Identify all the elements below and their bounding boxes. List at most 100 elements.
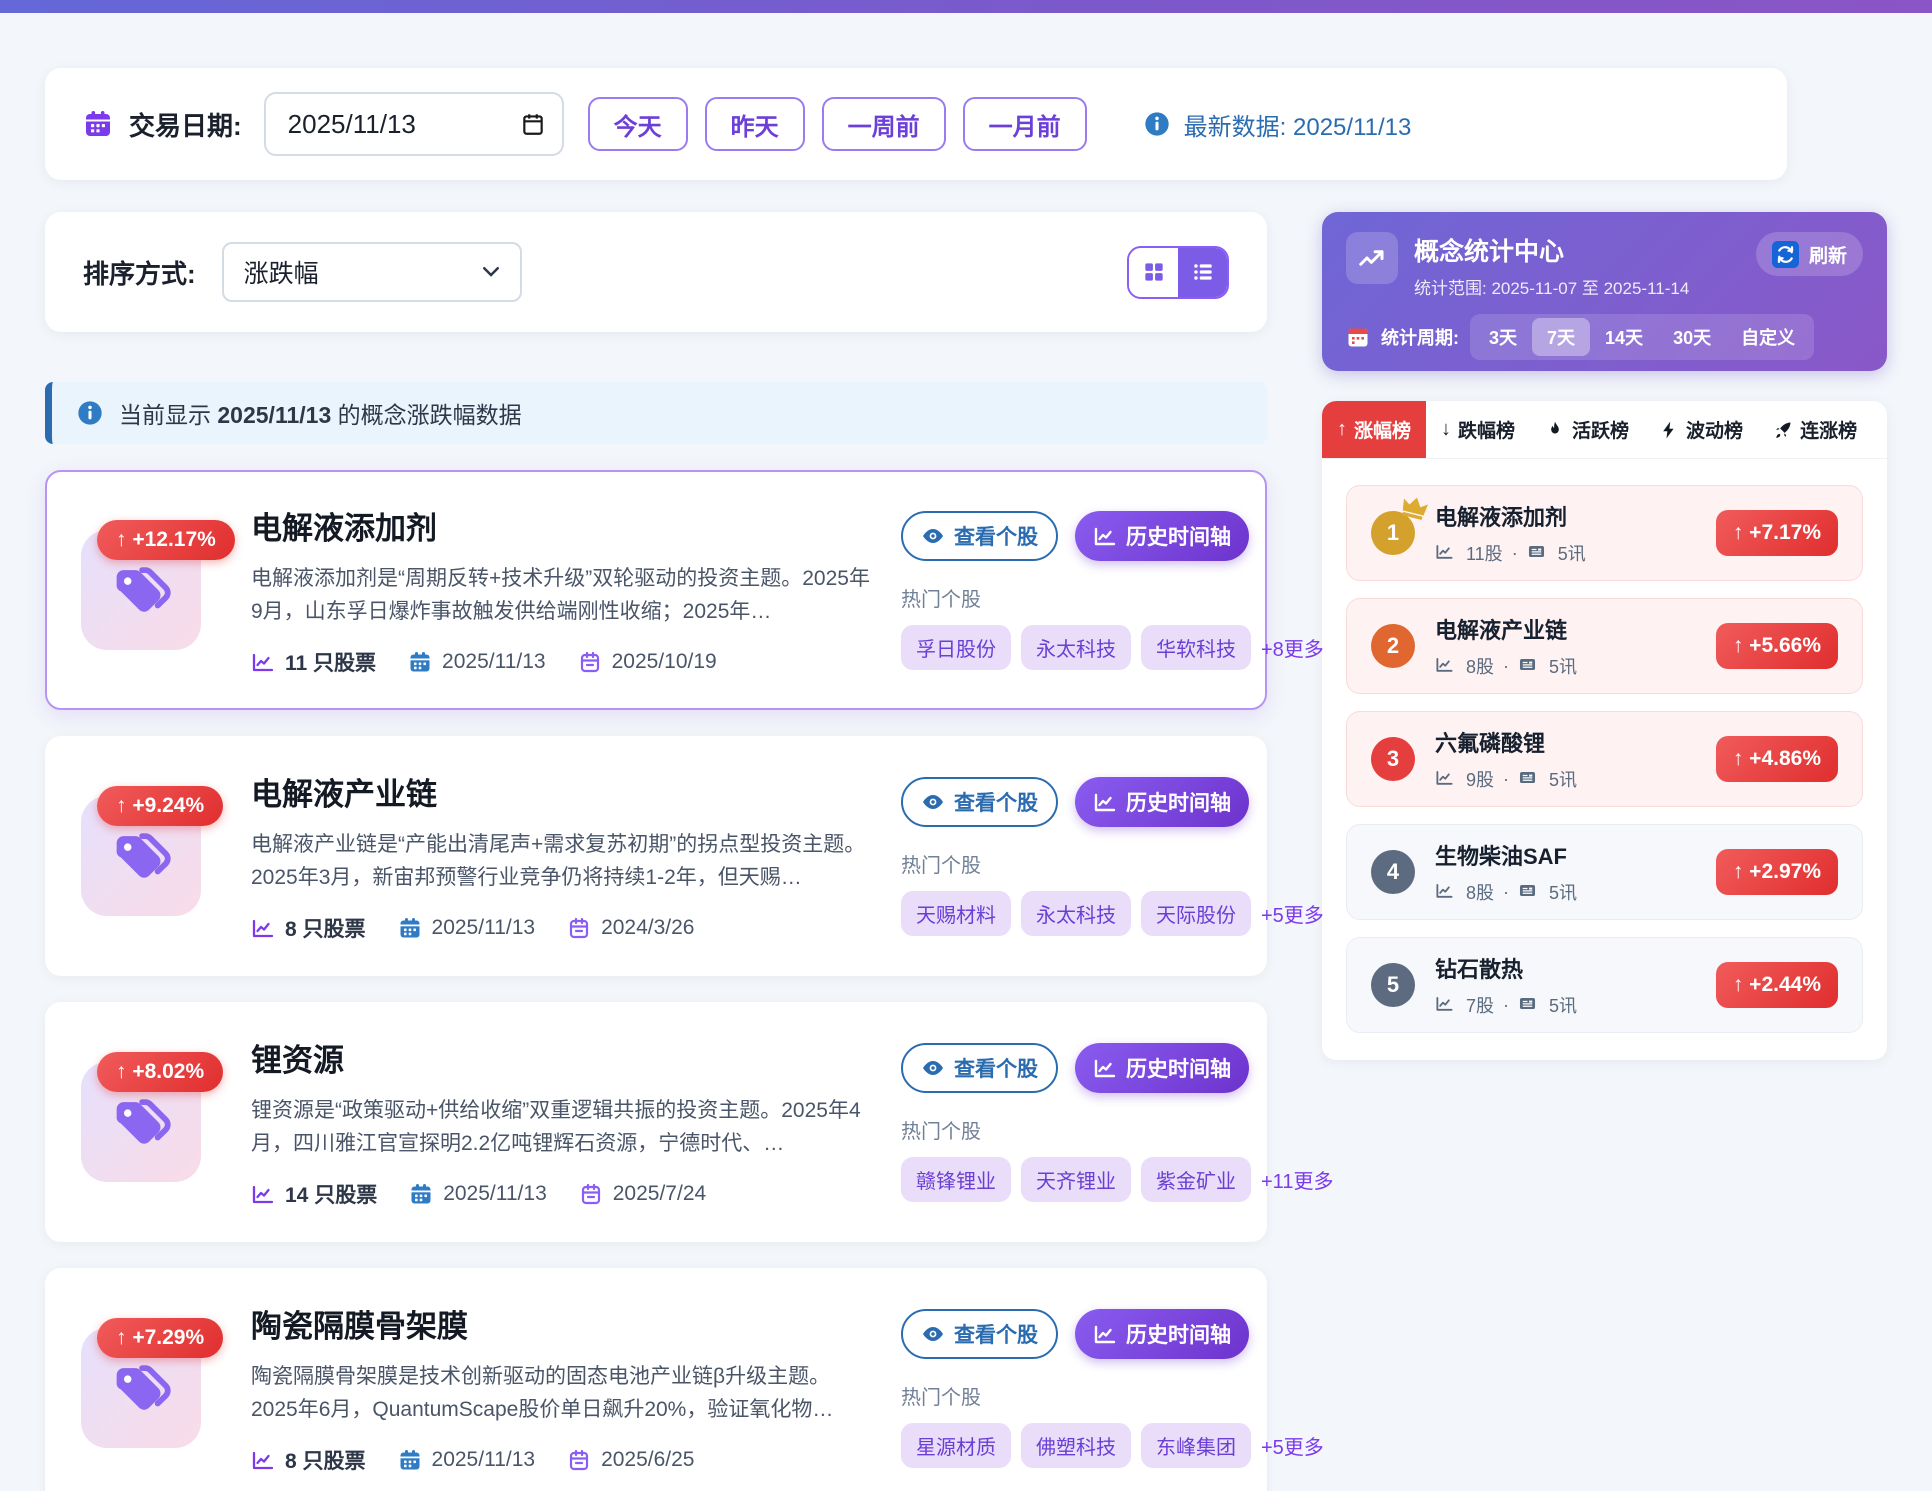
banner-text: 当前显示 2025/11/13 的概念涨跌幅数据	[119, 396, 522, 430]
period-segmented-control: 3天 7天 14天 30天 自定义	[1470, 314, 1814, 360]
start-date: 2025/6/25	[601, 1448, 694, 1472]
concept-card: ↑ +9.24% 电解液产业链 电解液产业链是“产能出清尾声+需求复苏初期”的拐…	[45, 736, 1267, 976]
rank-title: 六氟磷酸锂	[1435, 726, 1716, 758]
ranking-tab[interactable]: 连涨榜	[1758, 401, 1872, 458]
concept-title: 陶瓷隔膜骨架膜	[251, 1301, 875, 1346]
banner-date: 2025/11/13	[217, 402, 331, 428]
period-option[interactable]: 自定义	[1726, 318, 1810, 356]
quick-date-button[interactable]: 一周前	[822, 97, 946, 151]
trade-date-input[interactable]	[264, 92, 564, 156]
clipboard-calendar-icon	[567, 916, 591, 940]
history-timeline-button[interactable]: 历史时间轴	[1075, 511, 1249, 561]
ranking-tab[interactable]: 波动榜	[1644, 401, 1758, 458]
more-tags-link[interactable]: +11更多	[1261, 1165, 1333, 1194]
quick-date-button[interactable]: 昨天	[705, 97, 805, 151]
calendar-icon	[398, 1448, 422, 1472]
more-tags-link[interactable]: +5更多	[1261, 1431, 1324, 1460]
rank-title: 电解液添加剂	[1435, 500, 1716, 532]
latest-data-info: 最新数据: 2025/11/13	[1143, 107, 1412, 142]
tab-label: 波动榜	[1686, 416, 1743, 443]
stock-tag[interactable]: 紫金矿业	[1141, 1157, 1251, 1202]
view-stocks-button[interactable]: 查看个股	[901, 1309, 1058, 1359]
more-tags-link[interactable]: +5更多	[1261, 899, 1324, 928]
ranking-tab[interactable]: 活跃榜	[1530, 401, 1644, 458]
datepicker-icon[interactable]	[520, 111, 546, 137]
ranking-item[interactable]: 2 电解液产业链 8股 · 5讯	[1346, 598, 1863, 694]
stock-tag[interactable]: 佛塑科技	[1021, 1423, 1131, 1468]
ranking-item[interactable]: 3 六氟磷酸锂 9股 · 5讯	[1346, 711, 1863, 807]
rank-news-count: 5讯	[1558, 540, 1586, 566]
rank-change-pill: ↑ +7.17%	[1716, 510, 1838, 556]
history-timeline-button[interactable]: 历史时间轴	[1075, 1309, 1249, 1359]
ranking-card: ↑ 涨幅榜 ↓ 跌幅榜	[1322, 401, 1887, 1060]
date-toolbar: 交易日期: 今天 昨天 一周前 一月前 最新数据: 2025/11/13	[45, 68, 1787, 180]
concept-meta: 14 只股票 2025/11/13 2025/7/24	[251, 1179, 875, 1209]
grid-view-button[interactable]	[1129, 248, 1178, 297]
stock-tag[interactable]: 东峰集团	[1141, 1423, 1251, 1468]
rank-change-pill: ↑ +2.97%	[1716, 849, 1838, 895]
ranking-tab[interactable]: ↓ 跌幅榜	[1426, 401, 1530, 458]
period-option[interactable]: 3天	[1474, 318, 1532, 356]
history-timeline-button[interactable]: 历史时间轴	[1075, 1043, 1249, 1093]
quick-date-button[interactable]: 一月前	[963, 97, 1087, 151]
concept-meta: 8 只股票 2025/11/13 2024/3/26	[251, 913, 875, 943]
calendar-icon	[398, 916, 422, 940]
stock-tag[interactable]: 华软科技	[1141, 625, 1251, 670]
hot-stock-tags: 天赐材料 永太科技 天际股份 +5更多	[901, 891, 1231, 936]
eye-icon	[921, 1322, 945, 1346]
stock-tag[interactable]: 星源材质	[901, 1423, 1011, 1468]
concept-actions: 查看个股 历史时间轴 热门个股 赣锋锂业 天齐锂业	[901, 1043, 1231, 1202]
tab-label: 涨幅榜	[1354, 416, 1411, 443]
list-view-button[interactable]	[1178, 248, 1227, 297]
stock-tag[interactable]: 孚日股份	[901, 625, 1011, 670]
stock-tag[interactable]: 天赐材料	[901, 891, 1011, 936]
stock-tag[interactable]: 天际股份	[1141, 891, 1251, 936]
view-stocks-button[interactable]: 查看个股	[901, 777, 1058, 827]
view-stocks-button[interactable]: 查看个股	[901, 1043, 1058, 1093]
stock-count: 14 只股票	[285, 1179, 377, 1209]
concept-icon-block: ↑ +8.02%	[81, 1062, 201, 1182]
clipboard-calendar-icon	[567, 1448, 591, 1472]
crown-icon	[1398, 491, 1431, 524]
bolt-icon	[1659, 420, 1679, 440]
concept-description: 陶瓷隔膜骨架膜是技术创新驱动的固态电池产业链β升级主题。2025年6月，Quan…	[251, 1361, 875, 1426]
rank-news-count: 5讯	[1549, 653, 1577, 679]
tab-label: 活跃榜	[1572, 416, 1629, 443]
chart-line-icon	[1093, 790, 1117, 814]
clipboard-calendar-icon	[578, 650, 602, 674]
ranking-item[interactable]: 5 钻石散热 7股 · 5讯	[1346, 937, 1863, 1033]
ranking-list: 1 电解液添加剂 11股 · 5讯	[1322, 459, 1887, 1060]
concept-card: ↑ +7.29% 陶瓷隔膜骨架膜 陶瓷隔膜骨架膜是技术创新驱动的固态电池产业链β…	[45, 1268, 1267, 1491]
sort-select[interactable]: 涨跌幅	[222, 242, 522, 302]
view-stocks-button[interactable]: 查看个股	[901, 511, 1058, 561]
concept-description: 锂资源是“政策驱动+供给收缩”双重逻辑共振的投资主题。2025年4月，四川雅江官…	[251, 1095, 875, 1160]
chart-icon	[251, 1182, 275, 1206]
update-date: 2025/11/13	[443, 1182, 547, 1206]
hot-stock-tags: 赣锋锂业 天齐锂业 紫金矿业 +11更多	[901, 1157, 1231, 1202]
eye-icon	[921, 524, 945, 548]
hot-stocks-label: 热门个股	[901, 583, 1231, 612]
flame-icon	[1545, 420, 1565, 440]
chart-icon	[251, 916, 275, 940]
more-tags-link[interactable]: +8更多	[1261, 633, 1324, 662]
ranking-item[interactable]: 4 生物柴油SAF 8股 · 5讯	[1346, 824, 1863, 920]
ranking-item[interactable]: 1 电解液添加剂 11股 · 5讯	[1346, 485, 1863, 581]
chart-icon	[1435, 655, 1457, 677]
stock-tag[interactable]: 赣锋锂业	[901, 1157, 1011, 1202]
sort-toolbar: 排序方式: 涨跌幅	[45, 212, 1267, 332]
stock-count: 11 只股票	[285, 647, 376, 677]
ranking-tab[interactable]: ↑ 涨幅榜	[1322, 401, 1426, 458]
rank-news-count: 5讯	[1549, 992, 1577, 1018]
stock-tag[interactable]: 永太科技	[1021, 891, 1131, 936]
concept-icon-block: ↑ +9.24%	[81, 796, 201, 916]
quick-date-button[interactable]: 今天	[588, 97, 688, 151]
period-option[interactable]: 30天	[1658, 318, 1726, 356]
stock-tag[interactable]: 永太科技	[1021, 625, 1131, 670]
calendar-icon	[408, 650, 432, 674]
refresh-button[interactable]: 刷新	[1756, 232, 1863, 276]
period-option[interactable]: 14天	[1590, 318, 1658, 356]
period-option[interactable]: 7天	[1532, 318, 1590, 356]
history-timeline-button[interactable]: 历史时间轴	[1075, 777, 1249, 827]
hot-stock-tags: 星源材质 佛塑科技 东峰集团 +5更多	[901, 1423, 1231, 1468]
stock-tag[interactable]: 天齐锂业	[1021, 1157, 1131, 1202]
